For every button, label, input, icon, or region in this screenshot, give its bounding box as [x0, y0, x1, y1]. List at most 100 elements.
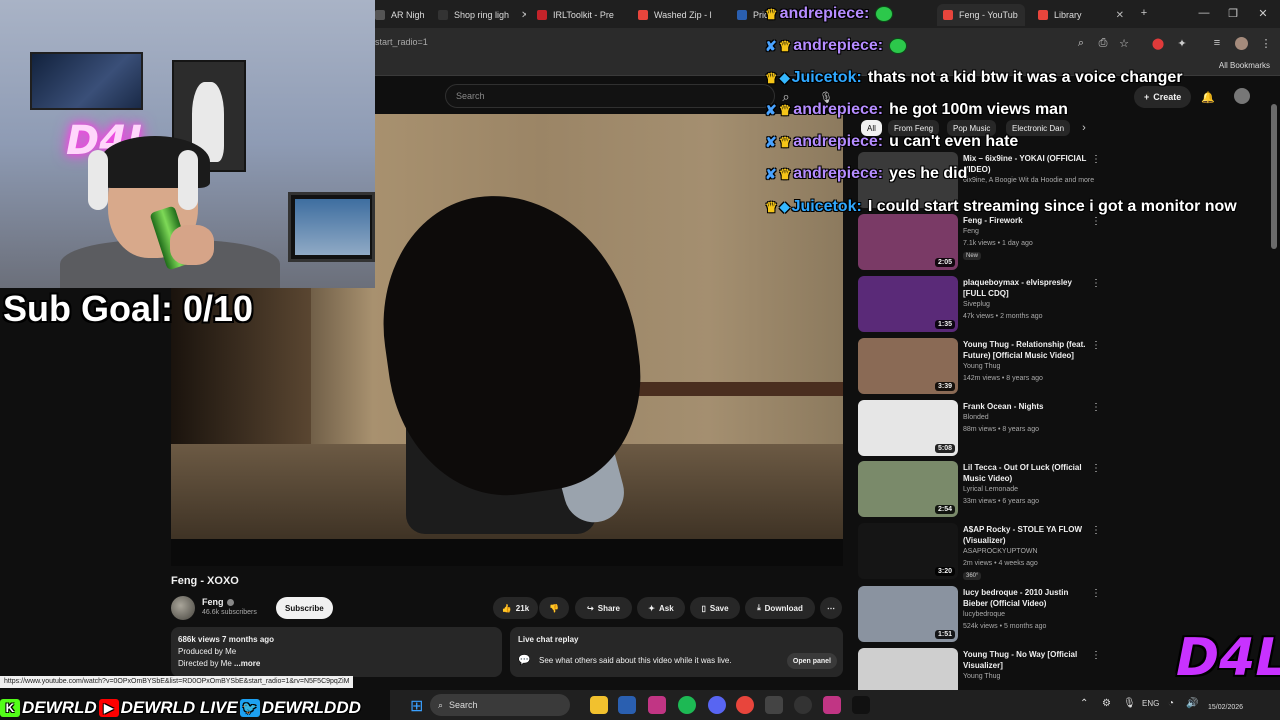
- language-indicator[interactable]: ENG: [1142, 699, 1159, 708]
- extensions-icon[interactable]: ✦: [1174, 35, 1190, 51]
- browser-tab[interactable]: Shop ring ligh ✕: [438, 4, 526, 26]
- more-vertical-icon[interactable]: ⋮: [1091, 278, 1101, 289]
- media-icon[interactable]: ≡: [1209, 35, 1225, 51]
- recommended-video-title[interactable]: Young Thug - No Way [Official Visualizer…: [963, 649, 1091, 671]
- video-progress-bar[interactable]: [171, 539, 843, 566]
- subscribe-button[interactable]: Subscribe: [276, 597, 333, 619]
- more-vertical-icon[interactable]: ⋮: [1091, 216, 1101, 227]
- store-icon[interactable]: [618, 696, 636, 714]
- recommended-video[interactable]: 2:54 Lil Tecca - Out Of Luck (Official Mu…: [858, 461, 1108, 519]
- tab-close-icon[interactable]: ✕: [620, 10, 625, 21]
- video-thumbnail[interactable]: 1:35: [858, 276, 958, 332]
- browser-tab[interactable]: IRLToolkit - Pre ✕: [537, 4, 625, 26]
- browser-tab[interactable]: Washed Zip - l ✕: [638, 4, 724, 26]
- bookmark-star-icon[interactable]: ☆: [1116, 35, 1132, 51]
- create-button[interactable]: + Create: [1134, 86, 1192, 108]
- spotify-icon[interactable]: [678, 696, 696, 714]
- more-vertical-icon[interactable]: ⋮: [1091, 154, 1101, 165]
- recommended-video[interactable]: 1:35 plaqueboymax - elvispresley [FULL CD…: [858, 276, 1108, 334]
- url-text[interactable]: start_radio=1: [375, 37, 428, 47]
- save-button[interactable]: ▯ Save: [690, 597, 740, 619]
- file-explorer-icon[interactable]: [590, 696, 608, 714]
- recommended-channel-name[interactable]: ASAPROCKYUPTOWN: [963, 548, 1038, 555]
- chips-next-icon[interactable]: ›: [1076, 120, 1092, 136]
- more-vertical-icon[interactable]: ⋮: [1091, 340, 1101, 351]
- notifications-bell-icon[interactable]: 🔔: [1200, 89, 1216, 105]
- tab-close-icon[interactable]: ✕: [1110, 10, 1124, 21]
- maximize-icon[interactable]: ❐: [1225, 5, 1241, 21]
- chrome-icon[interactable]: [736, 696, 754, 714]
- taskbar-date[interactable]: 15/02/2026: [1208, 704, 1243, 711]
- show-more-link[interactable]: ...more: [234, 659, 260, 668]
- pc-app-icon[interactable]: [765, 696, 783, 714]
- profile-avatar[interactable]: [1233, 35, 1249, 51]
- more-vertical-icon[interactable]: ⋮: [1091, 463, 1101, 474]
- minimize-icon[interactable]: —: [1196, 5, 1212, 21]
- recommended-channel-name[interactable]: Siveplug: [963, 301, 990, 308]
- tray-network-icon[interactable]: ⚙: [1102, 698, 1111, 709]
- recommended-video[interactable]: 1:51 lucy bedroque - 2010 Justin Bieber (…: [858, 586, 1108, 644]
- recommended-video-title[interactable]: plaqueboymax - elvispresley [FULL CDQ]: [963, 277, 1091, 299]
- browser-menu-icon[interactable]: ⋮: [1258, 35, 1274, 51]
- like-button[interactable]: 👍 21k: [493, 597, 538, 619]
- recommended-video-title[interactable]: A$AP Rocky - STOLE YA FLOW (Visualizer): [963, 524, 1091, 546]
- video-thumbnail[interactable]: 3:39: [858, 338, 958, 394]
- tab-close-icon[interactable]: ✕: [1024, 10, 1025, 21]
- recommended-channel-name[interactable]: 6ix9ine, A Boogie Wit da Hoodie and more: [963, 177, 1094, 184]
- recommended-video-title[interactable]: lucy bedroque - 2010 Justin Bieber (Offi…: [963, 587, 1091, 609]
- download-button[interactable]: ⤓ Download: [745, 597, 815, 619]
- channel-name[interactable]: Feng: [202, 597, 234, 607]
- recommended-video[interactable]: 2:05 Feng - Firework Feng 7.1k views • 1 da…: [858, 214, 1108, 272]
- taskbar-search[interactable]: ⌕ Search: [430, 694, 570, 716]
- tray-chevron-icon[interactable]: ⌃: [1080, 698, 1088, 709]
- recommended-video-title[interactable]: Young Thug - Relationship (feat. Future)…: [963, 339, 1091, 361]
- more-vertical-icon[interactable]: ⋮: [1091, 525, 1101, 536]
- recommended-channel-name[interactable]: lucybedroque: [963, 611, 1005, 618]
- tab-close-icon[interactable]: ✕: [718, 10, 725, 21]
- recommended-video-title[interactable]: Mix – 6ix9ine - YOKAI (OFFICIAL VIDEO): [963, 153, 1091, 175]
- new-tab-icon[interactable]: +: [1136, 5, 1152, 21]
- discord-icon[interactable]: [708, 696, 726, 714]
- recommended-video[interactable]: 5:08 Frank Ocean - Nights Blonded 88m views…: [858, 400, 1108, 458]
- tiktok-icon[interactable]: [852, 696, 870, 714]
- more-vertical-icon[interactable]: ⋮: [1091, 650, 1101, 661]
- search-input[interactable]: Search: [445, 84, 775, 108]
- volume-icon[interactable]: 🔊: [1186, 698, 1198, 709]
- video-thumbnail[interactable]: 5:08: [858, 400, 958, 456]
- browser-tab[interactable]: AR Nigh✕: [375, 4, 430, 26]
- recommended-video-title[interactable]: Lil Tecca - Out Of Luck (Official Music …: [963, 462, 1091, 484]
- channel-avatar[interactable]: [171, 596, 195, 620]
- instagram-app-icon[interactable]: [823, 696, 841, 714]
- zoom-icon[interactable]: ⌕: [1073, 35, 1089, 51]
- recommended-channel-name[interactable]: Blonded: [963, 414, 989, 421]
- recommended-channel-name[interactable]: Feng: [963, 228, 979, 235]
- open-panel-button[interactable]: Open panel: [786, 653, 837, 669]
- more-vertical-icon[interactable]: ⋮: [1091, 402, 1101, 413]
- ask-button[interactable]: ✦ Ask: [637, 597, 685, 619]
- scrollbar[interactable]: [1271, 104, 1277, 249]
- dislike-button[interactable]: 👎: [539, 597, 569, 619]
- instagram-icon[interactable]: [648, 696, 666, 714]
- recommended-channel-name[interactable]: Young Thug: [963, 363, 1000, 370]
- wifi-icon[interactable]: ◔: [1168, 698, 1174, 709]
- extension-record-icon[interactable]: ⬤: [1150, 35, 1166, 51]
- more-vertical-icon[interactable]: ⋮: [1091, 588, 1101, 599]
- video-thumbnail[interactable]: 1:51: [858, 586, 958, 642]
- video-thumbnail[interactable]: 2:05: [858, 214, 958, 270]
- account-avatar[interactable]: [1234, 88, 1250, 104]
- install-icon[interactable]: ⎙: [1095, 35, 1111, 51]
- recommended-video-title[interactable]: Frank Ocean - Nights: [963, 401, 1091, 412]
- tray-mic-icon[interactable]: 🎙: [1123, 698, 1136, 709]
- windows-start-icon[interactable]: ⊞: [410, 696, 423, 716]
- video-thumbnail[interactable]: 3:20: [858, 523, 958, 579]
- share-button[interactable]: ↪ Share: [575, 597, 632, 619]
- obs-icon[interactable]: [794, 696, 812, 714]
- browser-tab[interactable]: Library ✕: [1038, 4, 1124, 26]
- description-box[interactable]: 686k views 7 months ago Produced by Me D…: [171, 627, 502, 677]
- browser-tab[interactable]: Feng - YouTub ✕: [937, 4, 1025, 26]
- recommended-channel-name[interactable]: Lyrical Lemonade: [963, 486, 1018, 493]
- video-thumbnail[interactable]: 2:54: [858, 461, 958, 517]
- all-bookmarks-button[interactable]: All Bookmarks: [1219, 61, 1270, 70]
- recommended-channel-name[interactable]: Young Thug: [963, 673, 1000, 680]
- tab-close-icon[interactable]: ✕: [515, 10, 526, 21]
